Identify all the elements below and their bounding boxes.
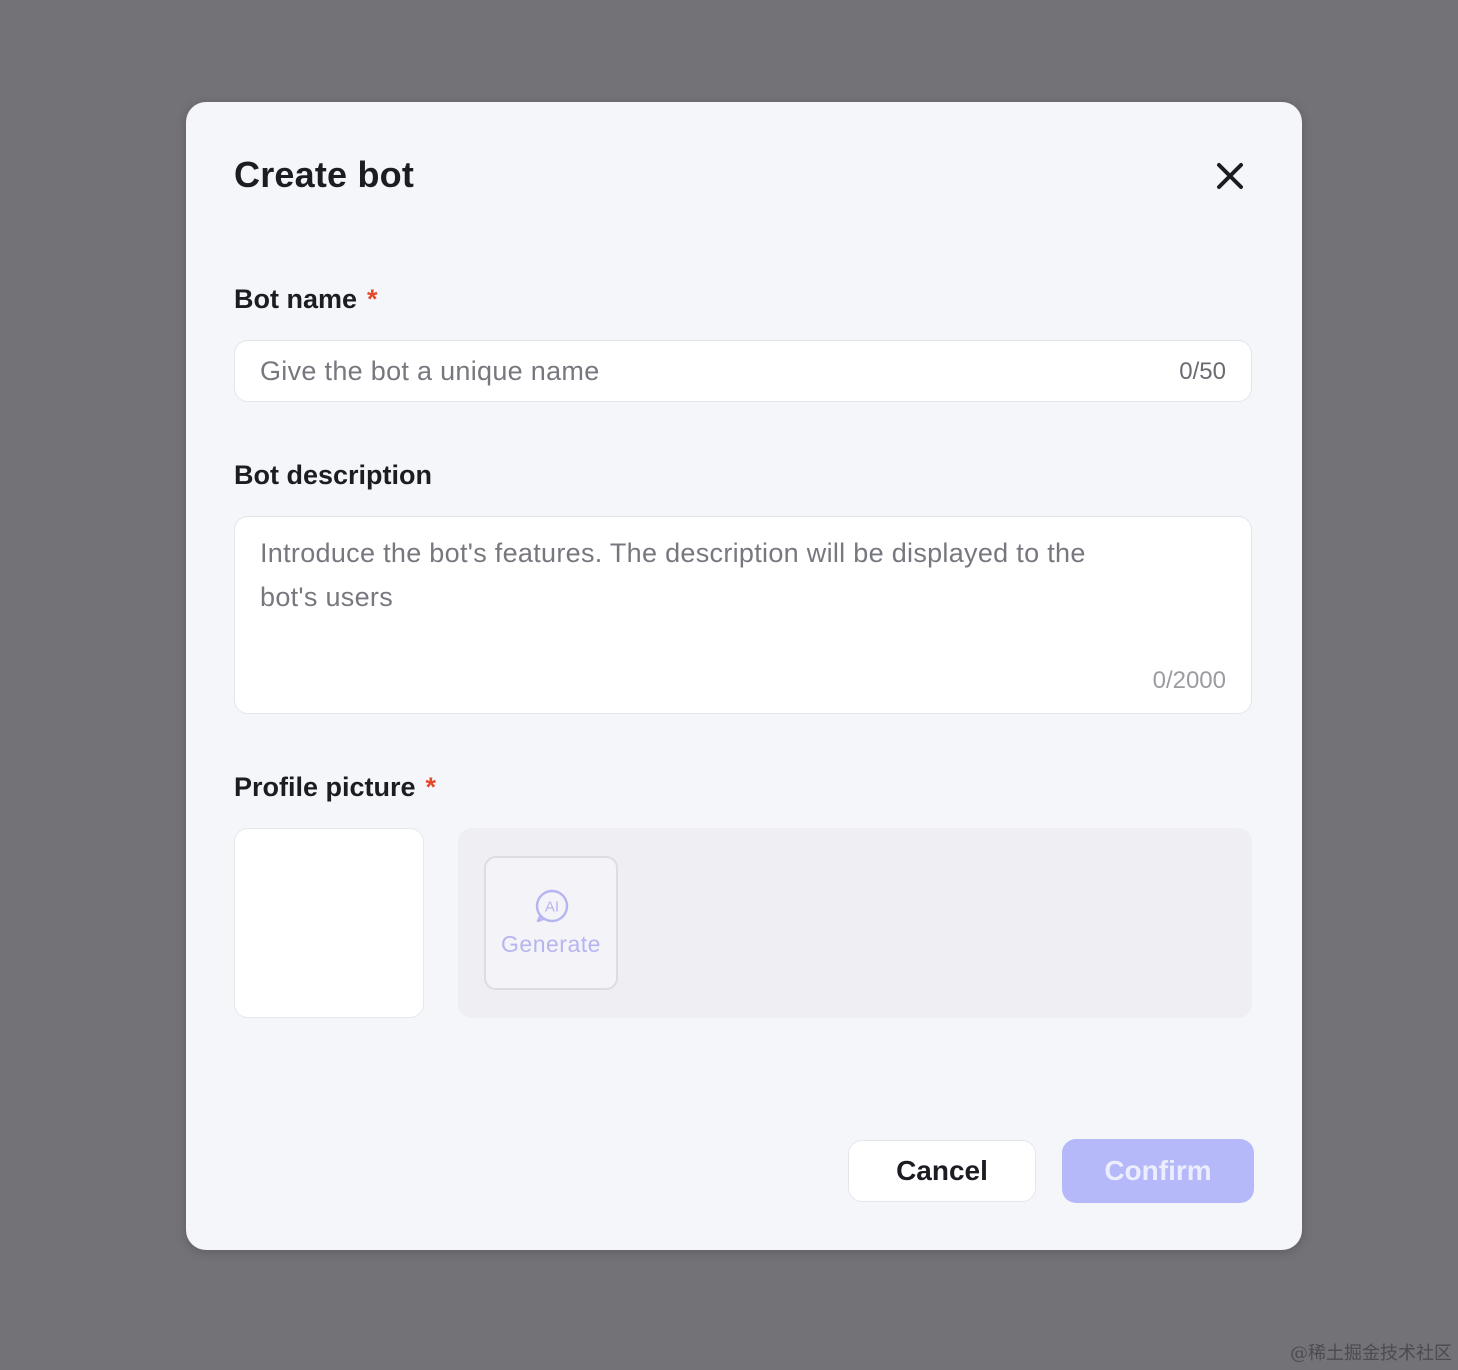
bot-description-input[interactable]: Introduce the bot's features. The descri… — [234, 516, 1252, 714]
required-mark: * — [367, 284, 378, 314]
cancel-button[interactable]: Cancel — [848, 1140, 1036, 1202]
svg-text:AI: AI — [545, 899, 559, 916]
bot-name-input[interactable]: Give the bot a unique name 0/50 — [234, 340, 1252, 402]
bot-name-label-text: Bot name — [234, 284, 358, 314]
bot-name-placeholder: Give the bot a unique name — [260, 356, 600, 386]
close-button[interactable] — [1210, 156, 1250, 196]
bot-name-counter: 0/50 — [1179, 358, 1226, 385]
ai-icon: AI — [535, 889, 569, 923]
bot-description-label: Bot description — [234, 460, 433, 490]
avatar-generate-area: AI Generate — [458, 828, 1252, 1018]
watermark: @稀土掘金技术社区 — [1290, 1343, 1452, 1364]
close-icon — [1217, 163, 1243, 189]
confirm-button[interactable]: Confirm — [1062, 1139, 1254, 1203]
profile-picture-label-text: Profile picture — [234, 772, 416, 802]
bot-name-label: Bot name * — [234, 284, 378, 315]
profile-picture-label: Profile picture * — [234, 772, 436, 803]
create-bot-dialog: Create bot Bot name * Give the bot a uniq… — [186, 102, 1302, 1250]
generate-button[interactable]: AI Generate — [484, 856, 618, 990]
bot-description-placeholder: Introduce the bot's features. The descri… — [260, 538, 1086, 612]
dialog-title: Create bot — [234, 154, 415, 195]
required-mark: * — [425, 772, 437, 802]
bot-description-counter: 0/2000 — [1152, 667, 1226, 694]
generate-label: Generate — [501, 931, 601, 957]
avatar-preview[interactable] — [234, 828, 424, 1018]
